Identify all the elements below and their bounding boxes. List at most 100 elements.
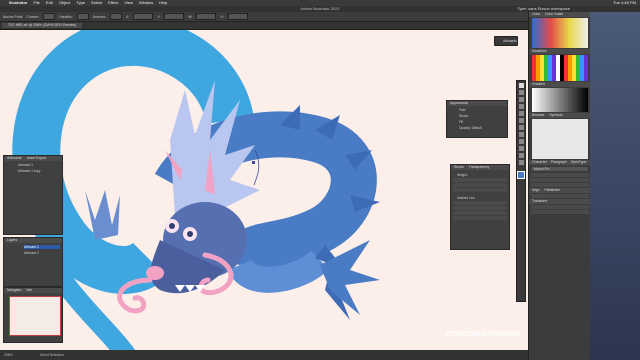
character-tab[interactable]: Character: [532, 160, 547, 164]
scale-row[interactable]: [453, 211, 507, 215]
dash-fields[interactable]: [453, 201, 507, 205]
shape-tool-icon[interactable]: [518, 111, 524, 116]
pupil-right: [187, 231, 193, 237]
stroke-panel: Stroke Transparency Weight: Dashed Line: [450, 164, 510, 250]
profile-row[interactable]: [453, 216, 507, 220]
navigator-panel-tabs: Navigator Info: [4, 288, 62, 293]
info-tab[interactable]: Info: [26, 288, 32, 292]
gradient-slider[interactable]: [532, 88, 588, 112]
arrowheads-row[interactable]: [453, 206, 507, 210]
appearance-path[interactable]: Path: [459, 108, 507, 112]
y-field[interactable]: [164, 13, 185, 20]
transparency-tab[interactable]: Transparency: [469, 165, 490, 169]
navigator-tab[interactable]: Navigator: [7, 288, 22, 292]
pathfinder-tab[interactable]: Pathfinder: [545, 188, 560, 192]
symbols-tab[interactable]: Symbols: [549, 113, 562, 117]
align-buttons[interactable]: [531, 194, 589, 198]
document-tab-bar: TCF-HBD.ai* @ 206% (CMYK/GPU Preview): [0, 22, 528, 30]
artboard-canvas[interactable]: Artboards Appearance Path Stroke Fill Op…: [0, 30, 528, 350]
direct-selection-tool-icon[interactable]: [518, 90, 524, 95]
pupil-left: [169, 223, 175, 229]
anchors-buttons[interactable]: [110, 13, 123, 20]
gradient-panel-title: Gradient: [529, 82, 591, 87]
teeth: [175, 285, 205, 292]
brushes-tab[interactable]: Brushes: [532, 113, 544, 117]
color-tab[interactable]: Color: [532, 12, 540, 16]
paragraph-tab[interactable]: Paragraph: [551, 160, 567, 164]
selection-type: Anchor Point: [3, 14, 23, 19]
character-panel-tabs: Character Paragraph OpenType: [529, 160, 591, 165]
artboards-button-label: Artboards: [503, 39, 517, 43]
navigator-panel: Navigator Info: [3, 287, 63, 343]
w-label: W:: [188, 14, 193, 19]
opentype-tab[interactable]: OpenType: [571, 160, 587, 164]
document-tab[interactable]: TCF-HBD.ai* @ 206% (CMYK/GPU Preview): [2, 23, 83, 28]
brushes-panel-tabs: Brushes Symbols: [529, 113, 591, 118]
transform-y-field[interactable]: [531, 210, 589, 214]
appearance-panel: Appearance Path Stroke Fill Opacity: Def…: [446, 100, 508, 138]
appearance-fill[interactable]: Fill: [459, 120, 507, 124]
stroke-cap-row[interactable]: [453, 178, 507, 182]
swatches-grid[interactable]: [532, 55, 588, 81]
scale-row[interactable]: [531, 183, 589, 187]
status-bar: 206% Direct Selection: [0, 350, 528, 360]
zoom-tool-icon[interactable]: [518, 160, 524, 165]
artboards-panel-tabs: Artboards Asset Export: [4, 156, 62, 161]
fill-stroke-swatch[interactable]: [517, 171, 525, 179]
stroke-weight-label: Weight:: [457, 173, 468, 177]
zoom-level[interactable]: 206%: [4, 353, 13, 357]
handles-label: Handles:: [59, 14, 73, 19]
stroke-tab[interactable]: Stroke: [454, 165, 464, 169]
stroke-align-row[interactable]: [453, 188, 507, 192]
artboard-item[interactable]: Artboard 1 copy: [18, 169, 62, 173]
layer-item[interactable]: Artboard 1: [24, 245, 60, 249]
pen-tool-icon[interactable]: [518, 97, 524, 102]
gradient-tool-icon[interactable]: [518, 139, 524, 144]
appearance-panel-title: Appearance: [447, 101, 507, 106]
artboard-item[interactable]: Artboard 1: [18, 163, 62, 167]
tools-panel: [516, 80, 526, 302]
appearance-stroke[interactable]: Stroke: [459, 114, 507, 118]
color-guide-tab[interactable]: Color Guide: [545, 12, 563, 16]
selection-tool-icon[interactable]: [518, 83, 524, 88]
font-family-field[interactable]: Myriad Pro: [532, 167, 588, 171]
type-tool-icon[interactable]: [518, 104, 524, 109]
dragon-artwork[interactable]: [0, 30, 528, 350]
asset-export-tab[interactable]: Asset Export: [27, 156, 46, 160]
control-bar: Anchor Point Convert: Handles: Anchors: …: [0, 12, 528, 22]
desktop-background: [590, 12, 640, 360]
convert-buttons[interactable]: [43, 13, 56, 20]
eyedropper-tool-icon[interactable]: [518, 146, 524, 151]
layers-panel-title: Layers: [4, 238, 62, 243]
dashed-line-checkbox[interactable]: Dashed Line: [457, 196, 509, 200]
w-field[interactable]: [196, 13, 217, 20]
right-dock: Color Color Guide Swatches Gradient Brus…: [528, 12, 591, 360]
eraser-tool-icon[interactable]: [518, 125, 524, 130]
current-tool: Direct Selection: [40, 353, 64, 357]
transform-x-field[interactable]: [531, 205, 589, 209]
x-label: X:: [126, 14, 130, 19]
hand-tool-icon[interactable]: [518, 153, 524, 158]
anchors-label: Anchors:: [92, 14, 107, 19]
layer-item[interactable]: Artboard 2: [24, 251, 62, 255]
x-field[interactable]: [133, 13, 154, 20]
artboards-button[interactable]: Artboards: [494, 36, 518, 46]
h-field[interactable]: [227, 13, 248, 20]
font-size-row[interactable]: [531, 173, 589, 177]
navigator-thumbnail[interactable]: [9, 296, 61, 336]
transform-panel-title: Transform: [529, 199, 591, 204]
align-tab[interactable]: Align: [532, 188, 540, 192]
artboards-tab[interactable]: Artboards: [7, 156, 22, 160]
brush-list[interactable]: [532, 119, 588, 159]
appearance-opacity[interactable]: Opacity: Default: [459, 126, 507, 130]
layers-panel: Layers Artboard 1 Artboard 2: [3, 237, 63, 287]
tracking-row[interactable]: [531, 178, 589, 182]
brush-tool-icon[interactable]: [518, 118, 524, 123]
window-title: Adobe Illustrator 2021: [300, 6, 340, 11]
anchor-point[interactable]: [252, 161, 255, 164]
artboards-panel: Artboards Asset Export Artboard 1 Artboa…: [3, 155, 63, 235]
rotate-tool-icon[interactable]: [518, 132, 524, 137]
stroke-corner-row[interactable]: [453, 183, 507, 187]
color-sliders[interactable]: [532, 18, 588, 48]
handles-buttons[interactable]: [76, 13, 89, 20]
